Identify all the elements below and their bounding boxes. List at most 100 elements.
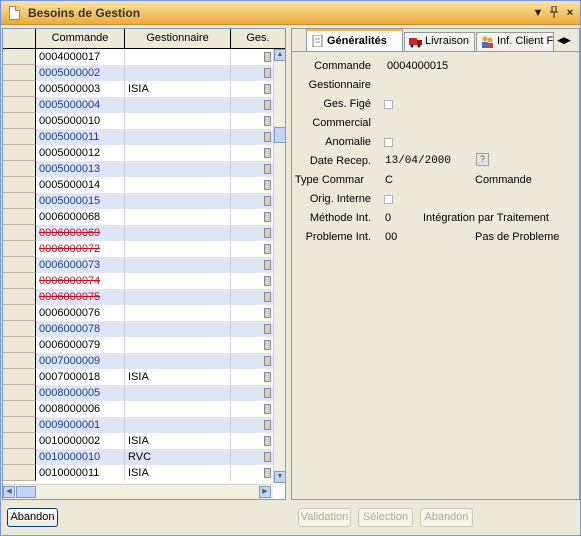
column-header-commande[interactable]: Commande bbox=[36, 29, 125, 49]
table-row[interactable]: 0005000004 bbox=[3, 97, 273, 113]
table-row[interactable]: 0005000015 bbox=[3, 193, 273, 209]
scroll-up-icon[interactable]: ▲ bbox=[274, 49, 285, 61]
row-selector[interactable] bbox=[3, 241, 36, 257]
table-row[interactable]: 0008000006 bbox=[3, 401, 273, 417]
pin-icon[interactable] bbox=[547, 5, 561, 20]
vertical-scrollbar[interactable]: ▲ ▼ bbox=[273, 49, 285, 484]
row-selector[interactable] bbox=[3, 289, 36, 305]
cell-button-icon[interactable] bbox=[264, 436, 271, 446]
table-row[interactable]: 0005000011 bbox=[3, 129, 273, 145]
table-row[interactable]: 0006000078 bbox=[3, 321, 273, 337]
cell-button-icon[interactable] bbox=[264, 420, 271, 430]
cell-button-icon[interactable] bbox=[264, 228, 271, 238]
row-selector[interactable] bbox=[3, 129, 36, 145]
table-row[interactable]: 0010000002 ISIA bbox=[3, 433, 273, 449]
table-row[interactable]: 0007000009 bbox=[3, 353, 273, 369]
table-row[interactable]: 0006000073 bbox=[3, 257, 273, 273]
row-selector[interactable] bbox=[3, 193, 36, 209]
table-row[interactable]: 0006000075 bbox=[3, 289, 273, 305]
row-selector[interactable] bbox=[3, 385, 36, 401]
cell-button-icon[interactable] bbox=[264, 116, 271, 126]
hscroll-thumb[interactable] bbox=[16, 486, 36, 498]
table-row[interactable]: 0004000017 bbox=[3, 49, 273, 65]
row-selector[interactable] bbox=[3, 305, 36, 321]
cell-button-icon[interactable] bbox=[264, 180, 271, 190]
cell-button-icon[interactable] bbox=[264, 196, 271, 206]
cell-button-icon[interactable] bbox=[264, 452, 271, 462]
tab-inf-client[interactable]: Inf. Client F bbox=[476, 32, 554, 51]
table-row[interactable]: 0005000014 bbox=[3, 177, 273, 193]
cell-button-icon[interactable] bbox=[264, 100, 271, 110]
cell-button-icon[interactable] bbox=[264, 132, 271, 142]
scroll-left-icon[interactable]: ◀ bbox=[3, 486, 15, 498]
cell-button-icon[interactable] bbox=[264, 52, 271, 62]
row-selector[interactable] bbox=[3, 401, 36, 417]
cell-button-icon[interactable] bbox=[264, 324, 271, 334]
tab-next-icon[interactable]: ▶ bbox=[564, 35, 571, 45]
table-row[interactable]: 0006000068 bbox=[3, 209, 273, 225]
abandon-button-left[interactable]: Abandon bbox=[7, 508, 58, 527]
row-selector[interactable] bbox=[3, 369, 36, 385]
cell-button-icon[interactable] bbox=[264, 468, 271, 478]
cell-button-icon[interactable] bbox=[264, 164, 271, 174]
table-row[interactable]: 0007000018 ISIA bbox=[3, 369, 273, 385]
scroll-right-icon[interactable]: ▶ bbox=[259, 486, 271, 498]
table-row[interactable]: 0005000002 bbox=[3, 65, 273, 81]
cell-button-icon[interactable] bbox=[264, 340, 271, 350]
row-selector[interactable] bbox=[3, 417, 36, 433]
table-row[interactable]: 0010000011 ISIA bbox=[3, 465, 273, 481]
cell-button-icon[interactable] bbox=[264, 68, 271, 78]
row-selector[interactable] bbox=[3, 209, 36, 225]
scroll-down-icon[interactable]: ▼ bbox=[274, 471, 285, 483]
cell-button-icon[interactable] bbox=[264, 388, 271, 398]
table-row[interactable]: 0006000074 bbox=[3, 273, 273, 289]
table-row[interactable]: 0006000069 bbox=[3, 225, 273, 241]
row-selector[interactable] bbox=[3, 273, 36, 289]
column-header-gestionnaire[interactable]: Gestionnaire bbox=[125, 29, 231, 49]
validation-button[interactable]: Validation bbox=[298, 508, 351, 527]
row-selector[interactable] bbox=[3, 449, 36, 465]
row-selector[interactable] bbox=[3, 97, 36, 113]
table-row[interactable]: 0005000012 bbox=[3, 145, 273, 161]
help-icon[interactable]: ? bbox=[476, 153, 489, 166]
cell-button-icon[interactable] bbox=[264, 404, 271, 414]
row-selector[interactable] bbox=[3, 49, 36, 65]
row-selector[interactable] bbox=[3, 177, 36, 193]
cell-button-icon[interactable] bbox=[264, 356, 271, 366]
cell-button-icon[interactable] bbox=[264, 244, 271, 254]
scroll-thumb[interactable] bbox=[274, 127, 285, 143]
cell-button-icon[interactable] bbox=[264, 84, 271, 94]
selection-button[interactable]: Sélection bbox=[358, 508, 413, 527]
cell-button-icon[interactable] bbox=[264, 308, 271, 318]
close-icon[interactable]: × bbox=[563, 6, 577, 20]
row-selector[interactable] bbox=[3, 353, 36, 369]
row-selector[interactable] bbox=[3, 337, 36, 353]
table-row[interactable]: 0005000013 bbox=[3, 161, 273, 177]
table-row[interactable]: 0008000005 bbox=[3, 385, 273, 401]
table-row[interactable]: 0005000010 bbox=[3, 113, 273, 129]
dropdown-arrow-icon[interactable]: ▼ bbox=[531, 6, 545, 20]
tab-livraison[interactable]: Livraison bbox=[404, 32, 475, 51]
tab-prev-icon[interactable]: ◀ bbox=[557, 35, 564, 45]
cell-button-icon[interactable] bbox=[264, 372, 271, 382]
row-selector[interactable] bbox=[3, 257, 36, 273]
table-row[interactable]: 0010000010 RVC bbox=[3, 449, 273, 465]
row-selector[interactable] bbox=[3, 161, 36, 177]
table-row[interactable]: 0005000003 ISIA bbox=[3, 81, 273, 97]
abandon-button-right[interactable]: Abandon bbox=[420, 508, 473, 527]
row-selector[interactable] bbox=[3, 225, 36, 241]
row-selector[interactable] bbox=[3, 65, 36, 81]
row-selector[interactable] bbox=[3, 81, 36, 97]
row-selector[interactable] bbox=[3, 465, 36, 481]
orig-interne-checkbox[interactable] bbox=[384, 195, 393, 204]
cell-button-icon[interactable] bbox=[264, 292, 271, 302]
row-selector[interactable] bbox=[3, 145, 36, 161]
cell-button-icon[interactable] bbox=[264, 148, 271, 158]
tab-generalites[interactable]: Généralités bbox=[306, 29, 403, 51]
anomalie-checkbox[interactable] bbox=[384, 138, 393, 147]
tab-scroll-arrows[interactable]: ◀▶ bbox=[553, 33, 575, 47]
table-row[interactable]: 0006000079 bbox=[3, 337, 273, 353]
table-row[interactable]: 0006000076 bbox=[3, 305, 273, 321]
cell-button-icon[interactable] bbox=[264, 260, 271, 270]
column-header-ges[interactable]: Ges. bbox=[231, 29, 285, 49]
